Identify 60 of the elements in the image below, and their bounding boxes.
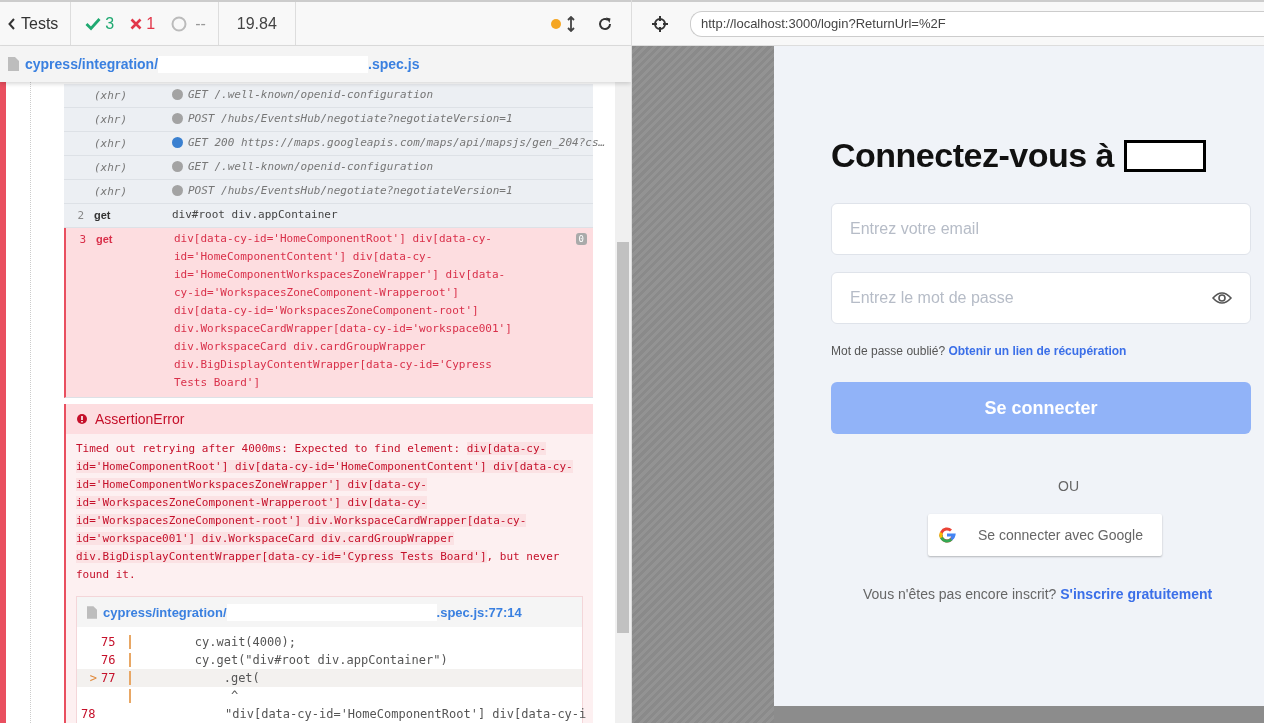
command-name: (xhr)	[94, 137, 129, 150]
code-line: cy.wait(4000);	[193, 635, 296, 649]
url-field[interactable]: http://localhost:3000/login?ReturnUrl=%2F	[690, 10, 1264, 37]
command-number: 2	[76, 209, 85, 222]
command-message: div#root div.appContainer	[172, 207, 338, 223]
code-line: cy.get("div#root div.appContainer")	[193, 653, 448, 667]
scrollbar-thumb[interactable]	[617, 242, 629, 633]
command-row[interactable]: 2 get div#root div.appContainer	[64, 204, 593, 228]
command-message: GET 200 https://maps.googleapis.com/maps/api/mapsjs/gen_204?cs…	[188, 135, 606, 151]
crosshair-icon[interactable]	[652, 15, 668, 32]
login-title: Connectez-vous à	[831, 136, 1114, 175]
forgot-password-text: Mot de passe oublié? Obtenir un lien de récupération	[831, 344, 1127, 358]
command-name: (xhr)	[94, 89, 129, 102]
command-name: (xhr)	[94, 185, 129, 198]
command-message: GET /.well-known/openid-configuration	[188, 159, 434, 175]
pending-count: --	[171, 14, 206, 33]
back-button[interactable]: Tests	[0, 2, 72, 45]
code-line: ^	[229, 689, 239, 703]
command-row[interactable]: (xhr) GET /.well-known/openid-configuration	[64, 156, 593, 180]
file-icon	[87, 605, 97, 619]
recovery-link[interactable]: Obtenir un lien de récupération	[948, 344, 1127, 358]
code-line: "div[data-cy-id='HomeComponentRoot'] div[data-cy-i	[224, 707, 587, 721]
command-row[interactable]: (xhr) POST /hubs/EventsHub/negotiate?negotiateVersion=1	[64, 108, 593, 132]
command-message: POST /hubs/EventsHub/negotiate?negotiateVersion=1	[188, 111, 513, 127]
error-icon	[77, 414, 87, 424]
line-number: 77	[101, 671, 117, 685]
command-name: get	[94, 209, 112, 221]
failed-count: 1	[130, 14, 156, 33]
command-message: POST /hubs/EventsHub/negotiate?negotiateVersion=1	[188, 183, 513, 199]
command-row[interactable]: (xhr) POST /hubs/EventsHub/negotiate?negotiateVersion=1	[64, 180, 593, 204]
status-dot-icon	[551, 18, 561, 29]
line-number: 75	[101, 635, 117, 649]
reload-icon[interactable]	[597, 15, 613, 32]
chevron-left-icon	[8, 17, 16, 30]
count-badge: 0	[575, 233, 587, 245]
google-g-icon	[938, 526, 956, 544]
command-name: (xhr)	[94, 161, 129, 174]
password-field[interactable]: Entrez le mot de passe	[831, 272, 1251, 324]
command-row[interactable]	[64, 228, 593, 398]
command-message: div[data-cy-id='HomeComponentRoot'] div[data-cy-id='HomeComponentContent'] div[data-cy-id='HomeComponentWorkspacesZoneWrapper'] div[data-cy-id='WorkspacesZoneComponent-Wrapperoot'] div[data-cy-id='WorkspacesZoneComponent-root'] div.WorkspaceCardWrapper[data-cy-id='workspace001'] div.WorkspaceCard div.cardGroupWrapper div.BigDisplayContentWrapper[data-cy-id='Cypress Tests Board']	[174, 231, 513, 391]
google-login-button[interactable]: Se connecter avec Google	[928, 514, 1162, 556]
command-name: (xhr)	[94, 113, 129, 126]
email-field[interactable]: Entrez votre email	[831, 203, 1251, 255]
up-down-arrow-icon[interactable]	[567, 15, 575, 32]
command-row[interactable]: (xhr) GET /.well-known/openid-configuration	[64, 84, 593, 108]
current-line-marker: >	[88, 671, 98, 685]
line-number: 76	[101, 653, 117, 667]
signup-text: Vous n'êtes pas encore inscrit? S'inscrire gratuitement	[863, 586, 1213, 602]
error-title: AssertionError	[95, 411, 185, 427]
code-line: .get(	[222, 671, 260, 685]
passed-count: 3	[85, 14, 115, 33]
or-divider-text: OU	[1058, 478, 1079, 494]
line-number: 78	[81, 707, 96, 721]
duration: 19.84	[218, 2, 296, 45]
command-name: get	[96, 233, 114, 245]
command-number: 3	[78, 233, 87, 246]
eye-icon[interactable]	[1212, 291, 1232, 305]
signup-link[interactable]: S'inscrire gratuitement	[1060, 586, 1213, 602]
command-message: GET /.well-known/openid-configuration	[188, 87, 434, 103]
file-icon	[8, 57, 19, 71]
